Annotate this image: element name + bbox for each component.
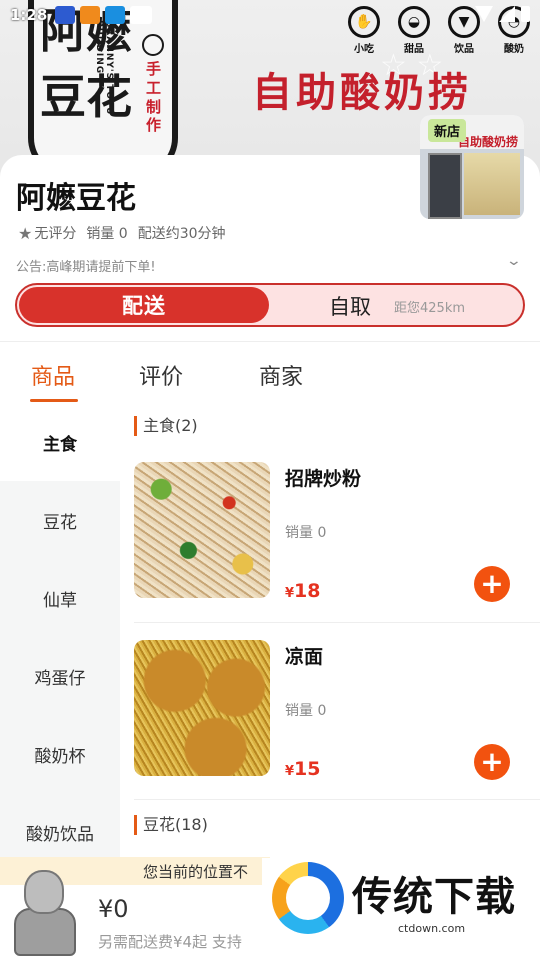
active-tab-indicator [30, 399, 78, 402]
watermark-logo-center [286, 876, 330, 920]
cart-icon[interactable] [8, 868, 78, 956]
star-icon: ★ [18, 223, 33, 243]
store-name: 阿嬷豆花 [16, 181, 136, 216]
logo-ring-decoration [142, 34, 164, 56]
sidebar-item-grass-jelly[interactable]: 仙草 [0, 559, 120, 637]
status-time: 1:28 [10, 6, 48, 24]
notification-icon [80, 6, 101, 24]
cart-icon-body [14, 908, 76, 956]
tab-products[interactable]: 商品 [31, 359, 75, 391]
store-photo[interactable]: 自助酸奶捞 新店 [420, 115, 524, 219]
wifi-icon [475, 6, 493, 22]
logo-text-line2: 豆花 [40, 70, 132, 124]
store-meta: ★ 无评分 销量 0 配送约30分钟 [18, 223, 226, 243]
snack-label: 小吃 [354, 44, 374, 55]
store-notice: 公告:高峰期请提前下单! [16, 260, 156, 275]
status-bar: 1:28 [0, 0, 540, 30]
product-image[interactable] [134, 462, 270, 598]
divider [0, 341, 540, 342]
product-price: ¥18 [285, 580, 321, 602]
add-to-cart-button[interactable]: + [474, 566, 510, 602]
product-item[interactable]: 凉面 销量 0 ¥15 + [134, 640, 540, 810]
currency-symbol: ¥ [285, 764, 295, 779]
dessert-label: 甜品 [404, 44, 424, 55]
handmade-text: 手工制作 [146, 60, 162, 135]
download-icon [105, 6, 126, 24]
section-title-tofu-pudding: 豆花(18) [134, 815, 208, 835]
delivery-option[interactable]: 配送 [19, 287, 269, 323]
notification-icon [55, 6, 76, 24]
price-value: 15 [294, 758, 321, 780]
yogurt-label: 酸奶 [504, 44, 524, 55]
product-item[interactable]: 招牌炒粉 销量 0 ¥18 + [134, 462, 540, 632]
section-title-staple: 主食(2) [134, 416, 198, 436]
drink-label: 饮品 [454, 44, 474, 55]
sidebar-item-yogurt-cup[interactable]: 酸奶杯 [0, 715, 120, 793]
logo-english-text: GRANNY'S TOFU PUDDING [94, 20, 114, 116]
store-photo-interior [464, 153, 520, 215]
rating-text: 无评分 [34, 226, 77, 242]
product-sales: 销量 0 [285, 703, 327, 719]
sidebar-item-egg-waffle[interactable]: 鸡蛋仔 [0, 637, 120, 715]
cart-icon-head [24, 870, 64, 914]
delivery-mode-toggle: 配送 自取 距您425km [15, 283, 525, 327]
cart-total: ¥0 [98, 895, 129, 923]
store-photo-door [428, 153, 462, 219]
chevron-down-icon[interactable]: ⌄ [506, 253, 522, 269]
product-price: ¥15 [285, 758, 321, 780]
product-image[interactable] [134, 640, 270, 776]
battery-icon [521, 6, 530, 22]
divider [134, 799, 540, 800]
notification-icon [130, 6, 153, 24]
watermark-logo-icon [272, 862, 344, 934]
product-name: 招牌炒粉 [285, 468, 362, 490]
banner-slogan: 自助酸奶捞 [252, 69, 472, 116]
product-name: 凉面 [285, 646, 324, 668]
signal-icon [499, 6, 515, 22]
plus-icon: + [480, 567, 504, 600]
sidebar-item-tofu-pudding[interactable]: 豆花 [0, 481, 120, 559]
category-sidebar: 主食 豆花 仙草 鸡蛋仔 酸奶杯 酸奶饮品 [0, 403, 120, 913]
delivery-fee-note: 另需配送费¥4起 支持 [98, 933, 242, 951]
watermark-title: 传统下载 [352, 874, 516, 920]
divider [134, 622, 540, 623]
pickup-option[interactable]: 自取 [329, 291, 371, 321]
sales-text: 销量 0 [86, 226, 128, 242]
currency-symbol: ¥ [285, 586, 295, 601]
new-store-badge: 新店 [428, 119, 467, 142]
add-to-cart-button[interactable]: + [474, 744, 510, 780]
watermark-url: ctdown.com [398, 922, 466, 935]
price-value: 18 [294, 580, 321, 602]
delivery-time-text: 配送约30分钟 [137, 226, 226, 242]
distance-text: 距您425km [394, 301, 466, 316]
sidebar-item-staple[interactable]: 主食 [0, 403, 120, 481]
tab-reviews[interactable]: 评价 [139, 359, 183, 391]
plus-icon: + [480, 745, 504, 778]
product-sales: 销量 0 [285, 525, 327, 541]
tab-merchant[interactable]: 商家 [259, 359, 303, 391]
